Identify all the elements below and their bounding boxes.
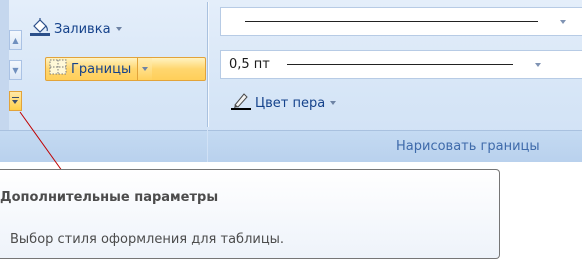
tooltip-title: Дополнительные параметры [0,190,219,205]
tooltip-description: Выбор стиля оформления для таблицы. [10,232,285,247]
tooltip: Дополнительные параметры Выбор стиля офо… [0,169,500,259]
